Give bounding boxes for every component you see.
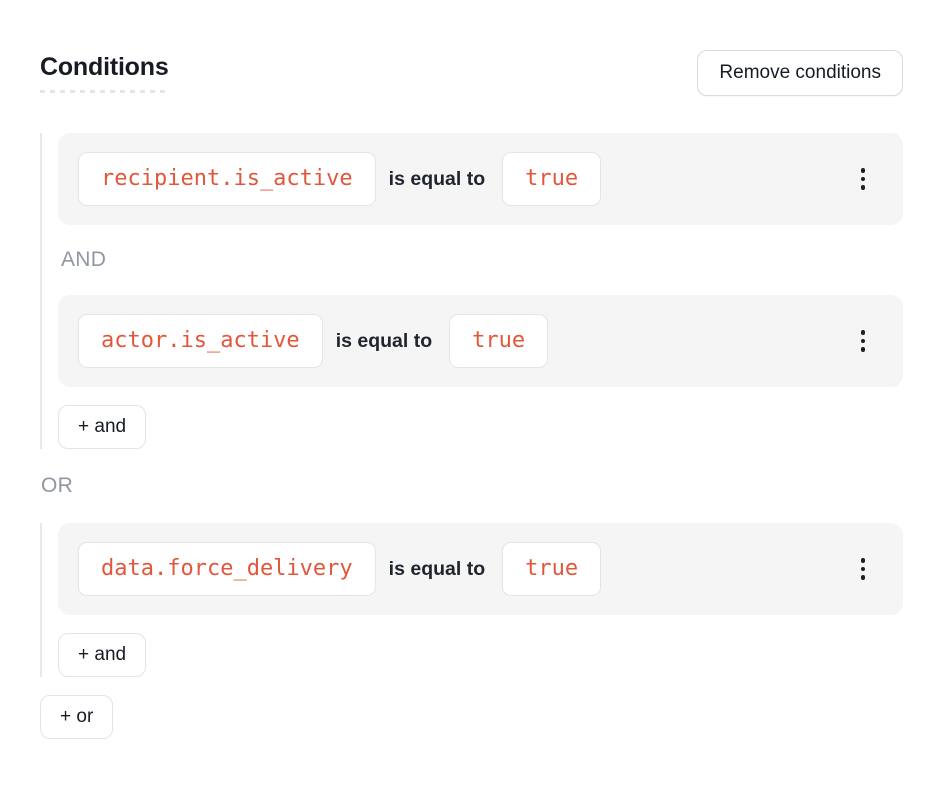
kebab-dot-icon [861, 567, 866, 572]
kebab-menu-button[interactable] [855, 162, 872, 196]
kebab-dot-icon [861, 339, 866, 344]
or-joiner-label: OR [41, 474, 903, 498]
page-title: Conditions [40, 53, 169, 93]
kebab-dot-icon [861, 177, 866, 182]
condition-row: recipient.is_active is equal to true [58, 133, 903, 225]
condition-field-chip[interactable]: recipient.is_active [78, 152, 376, 206]
kebab-menu-button[interactable] [855, 552, 872, 586]
condition-operator[interactable]: is equal to [389, 168, 485, 191]
kebab-dot-icon [861, 330, 866, 335]
conditions-header: Conditions Remove conditions [40, 50, 903, 96]
kebab-dot-icon [861, 558, 866, 563]
condition-value-chip[interactable]: true [449, 314, 548, 368]
condition-row: actor.is_active is equal to true [58, 295, 903, 387]
condition-group-2: data.force_delivery is equal to true + a… [40, 523, 903, 677]
kebab-dot-icon [861, 575, 866, 580]
and-joiner-label: AND [61, 248, 903, 272]
condition-expression: data.force_delivery is equal to true [78, 542, 855, 596]
condition-expression: actor.is_active is equal to true [78, 314, 855, 368]
condition-row: data.force_delivery is equal to true [58, 523, 903, 615]
condition-group-1: recipient.is_active is equal to true AND… [40, 133, 903, 449]
condition-operator[interactable]: is equal to [336, 330, 432, 353]
kebab-dot-icon [861, 347, 866, 352]
remove-conditions-button[interactable]: Remove conditions [697, 50, 903, 96]
condition-field-chip[interactable]: data.force_delivery [78, 542, 376, 596]
condition-value-chip[interactable]: true [502, 542, 601, 596]
add-and-condition-button[interactable]: + and [58, 405, 146, 449]
kebab-menu-button[interactable] [855, 324, 872, 358]
condition-operator[interactable]: is equal to [389, 558, 485, 581]
condition-field-chip[interactable]: actor.is_active [78, 314, 323, 368]
add-and-condition-button[interactable]: + and [58, 633, 146, 677]
conditions-panel: Conditions Remove conditions recipient.i… [0, 0, 946, 739]
condition-value-chip[interactable]: true [502, 152, 601, 206]
kebab-dot-icon [861, 168, 866, 173]
condition-expression: recipient.is_active is equal to true [78, 152, 855, 206]
kebab-dot-icon [861, 185, 866, 190]
add-or-group-button[interactable]: + or [40, 695, 113, 739]
condition-groups: recipient.is_active is equal to true AND… [40, 133, 903, 739]
